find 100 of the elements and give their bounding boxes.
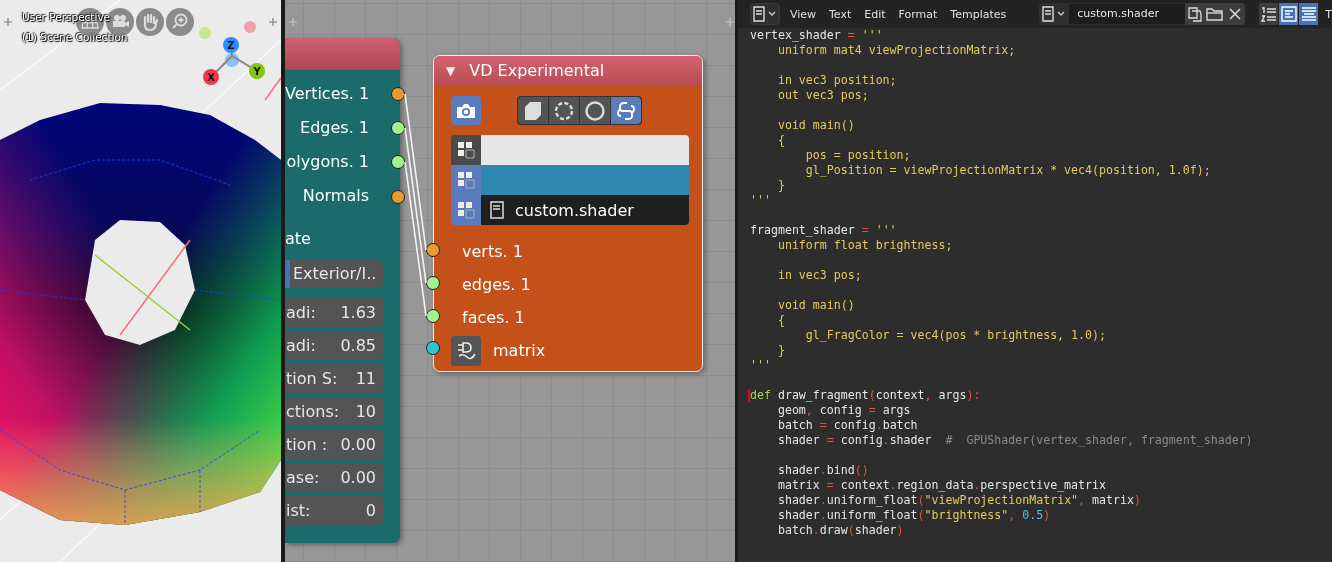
code-line: ''' xyxy=(750,358,771,372)
word-wrap-toggle[interactable] xyxy=(1279,3,1299,25)
header-label[interactable]: T xyxy=(1325,7,1332,21)
layout-icon xyxy=(456,170,476,190)
plug-button[interactable] xyxy=(451,335,481,366)
view-name: User Perspective xyxy=(22,11,111,23)
output-socket[interactable] xyxy=(391,121,405,135)
input-socket[interactable] xyxy=(426,309,440,323)
close-button[interactable] xyxy=(1225,3,1246,25)
code-line: gl_FragColor = vec4(pos * brightness, 1.0); xyxy=(804,328,1106,342)
axis-gizmo[interactable]: X Y Z xyxy=(195,20,275,90)
number-field[interactable]: tion S: 11 xyxy=(285,364,384,393)
number-field[interactable]: ist: 0 xyxy=(285,496,384,525)
code-line: geom, config = args xyxy=(776,403,911,417)
zoom-icon[interactable] xyxy=(166,8,194,36)
dotted-circle-button[interactable] xyxy=(549,97,579,124)
number-field[interactable]: tion : 0.00 xyxy=(285,430,384,459)
input-label: faces. 1 xyxy=(461,308,525,327)
copy-button[interactable] xyxy=(1185,3,1206,25)
input-label: edges. 1 xyxy=(461,275,531,294)
code-line: batch.draw(shader) xyxy=(776,523,904,537)
document-icon xyxy=(489,201,505,219)
code-line: vertex_shader = ''' xyxy=(750,28,883,42)
input-socket[interactable] xyxy=(426,276,440,290)
plug-icon xyxy=(455,339,477,362)
circle-button[interactable] xyxy=(580,97,610,124)
number-field[interactable]: ase: 0.00 xyxy=(285,463,384,492)
file-name-field[interactable]: custom.shader xyxy=(1069,4,1186,24)
copy-icon xyxy=(1187,6,1204,22)
snake-button[interactable] xyxy=(611,97,641,124)
code-line: } xyxy=(776,343,785,357)
dotted-circle-icon xyxy=(553,99,575,122)
output-label: olygons. 1 xyxy=(285,151,369,173)
output-socket[interactable] xyxy=(391,155,405,169)
input-socket[interactable] xyxy=(426,341,440,355)
input-label: matrix xyxy=(492,341,546,360)
code-line: def draw_fragment(context, args): xyxy=(750,388,981,402)
solid-shape-icon xyxy=(522,99,544,122)
menu-item[interactable]: View xyxy=(789,7,816,21)
code-line: in vec3 pos; xyxy=(776,268,862,282)
menu-item[interactable]: Text xyxy=(829,7,852,21)
layout-icon xyxy=(456,140,476,160)
solid-shape-button[interactable] xyxy=(518,97,548,124)
layout-icon-button[interactable] xyxy=(451,135,481,165)
node-link[interactable] xyxy=(404,127,427,284)
menu-item[interactable]: Templates xyxy=(950,7,1007,21)
code-line: shader.bind() xyxy=(776,463,869,477)
number-field[interactable]: adi: 1.63 xyxy=(285,298,384,327)
snake-icon xyxy=(615,99,637,122)
close-icon xyxy=(1228,7,1243,21)
text-field[interactable]: custom.shader xyxy=(481,195,689,225)
syntax-highlight-toggle[interactable] xyxy=(1299,3,1319,25)
code-line: uniform mat4 viewProjectionMatrix; xyxy=(776,43,1016,57)
output-label: Vertices. 1 xyxy=(285,83,369,105)
code-line: shader.uniform_float("brightness", 0.5) xyxy=(776,508,1051,522)
output-socket[interactable] xyxy=(391,87,405,101)
number-field[interactable]: adi: 0.85 xyxy=(285,331,384,360)
camera-button[interactable] xyxy=(451,96,481,125)
input-label: verts. 1 xyxy=(461,242,523,261)
code-line: void main() xyxy=(776,118,855,132)
hand-icon[interactable] xyxy=(136,8,164,36)
node-link[interactable] xyxy=(404,93,427,251)
layout-icon-button[interactable] xyxy=(451,195,481,225)
menu-item[interactable]: Edit xyxy=(864,7,886,21)
layout-icon-button[interactable] xyxy=(451,165,481,195)
input-socket[interactable] xyxy=(426,243,440,257)
layout-icon xyxy=(456,200,476,220)
code-line: void main() xyxy=(776,298,855,312)
document-icon xyxy=(751,6,778,22)
line-numbers-icon xyxy=(1259,5,1278,23)
code-line: uniform float brightness; xyxy=(776,238,953,252)
open-button[interactable] xyxy=(1205,3,1226,25)
menu-item[interactable]: Format xyxy=(898,7,938,21)
node-title: VD Experimental xyxy=(469,61,605,80)
mode-option[interactable]: Exterior/I.. xyxy=(290,260,383,288)
code-line: batch = config.batch xyxy=(776,418,918,432)
number-field[interactable]: ctions: 10 xyxy=(285,397,384,426)
line-numbers-toggle[interactable] xyxy=(1259,3,1279,25)
collection-name: (1) Scene Collection xyxy=(22,31,128,43)
code-line: { xyxy=(776,133,785,147)
code-line: out vec3 pos; xyxy=(776,88,869,102)
word-wrap-icon xyxy=(1279,5,1298,23)
editor-type-button[interactable] xyxy=(750,3,780,25)
node-card[interactable]: Vertices. 1 Edges. 1 olygons. 1 Normals ate Exterior/I.. adi: 1.63 adi: 0.85 tion S: 11 ctions: 10 tion : 0.00 ase: 0.00 ist: 0 xyxy=(285,38,400,543)
color-field[interactable] xyxy=(481,135,689,165)
code-line: } xyxy=(776,178,785,192)
code-line: shader = config.shader # GPUShader(vertex_shader, fragment_shader) xyxy=(776,433,1253,447)
node-card[interactable]: ▼ VD Experimental custom.shader verts. 1 edges. 1 faces. 1 matrix xyxy=(433,55,703,372)
node-link[interactable] xyxy=(404,161,427,317)
text-browse-button[interactable] xyxy=(1039,3,1070,25)
node-header[interactable] xyxy=(285,38,400,70)
camera-icon xyxy=(456,102,476,119)
collapse-arrow[interactable]: ▼ xyxy=(446,63,456,78)
code-line: shader.uniform_float("viewProjectionMatrix", matrix) xyxy=(776,493,1141,507)
code-line: gl_Position = viewProjectionMatrix * vec4(position, 1.0f); xyxy=(804,163,1211,177)
color-field[interactable] xyxy=(481,165,689,195)
section-label: ate xyxy=(285,228,312,250)
output-socket[interactable] xyxy=(391,190,405,204)
output-label: Normals xyxy=(301,185,369,207)
output-label: Edges. 1 xyxy=(299,117,369,139)
